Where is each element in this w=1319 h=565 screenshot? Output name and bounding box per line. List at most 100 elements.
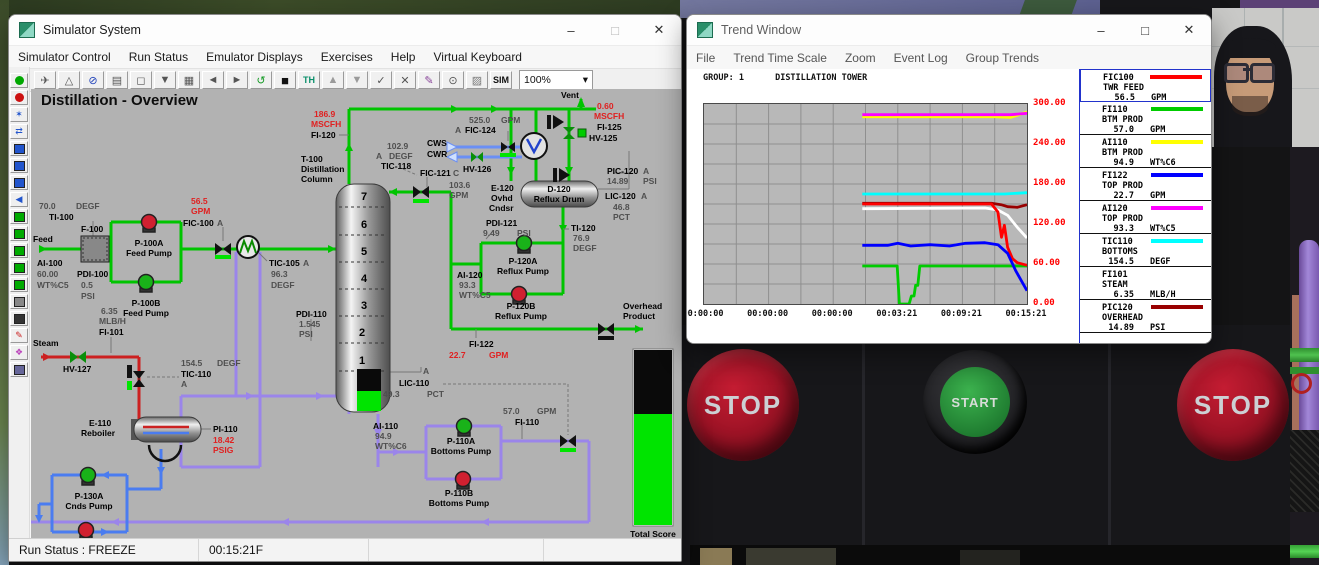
pen-text: AI110 (1102, 138, 1128, 148)
maximize-button[interactable]: □ (593, 15, 637, 45)
toolbar-button-✕[interactable]: ✕ (394, 71, 416, 89)
toolbar-button-✎[interactable]: ✎ (418, 71, 440, 89)
trend-menu-item-file[interactable]: File (687, 51, 724, 65)
rail-icon[interactable]: ◀ (10, 192, 28, 207)
rail-icon[interactable]: ✎ (10, 328, 28, 343)
menu-item-exercises[interactable]: Exercises (312, 50, 382, 64)
diagram-label: 9.49 (483, 229, 500, 238)
toolbar-button-↺[interactable]: ↺ (250, 71, 272, 89)
pen-text: DEGF (1150, 257, 1170, 267)
toolbar-button-▦[interactable]: ▦ (178, 71, 200, 89)
rail-icon[interactable] (10, 158, 28, 173)
trend-menu-item-group-trends[interactable]: Group Trends (957, 51, 1048, 65)
stop-button-left[interactable]: STOP (687, 349, 799, 461)
rail-icon[interactable] (10, 362, 28, 377)
diagram-label: GPM (489, 351, 508, 360)
trend-menu-item-zoom[interactable]: Zoom (836, 51, 885, 65)
diagram-label: 154.5 (181, 359, 202, 368)
rail-icon[interactable] (10, 260, 28, 275)
minimize-button[interactable]: – (549, 15, 593, 45)
diagram-label: 186.9 (314, 110, 335, 119)
start-button-bezel: START (923, 350, 1027, 454)
toolbar-button-▼[interactable]: ▼ (346, 71, 368, 89)
pen-cell-fi101[interactable]: FI101STEAM6.35MLB/H (1080, 267, 1211, 300)
diagram-label: Reboiler (81, 429, 115, 438)
menu-item-virtual-keyboard[interactable]: Virtual Keyboard (424, 50, 531, 64)
x-tick-label: 00:00:00 (747, 309, 788, 319)
pen-cell-fi122[interactable]: FI122TOP PROD22.7GPM (1080, 168, 1211, 201)
pen-cell-ai110[interactable]: AI110BTM PROD94.9WT%C6 (1080, 135, 1211, 168)
start-button[interactable]: START (940, 367, 1010, 437)
toolbar-button-◄[interactable]: ◄ (202, 71, 224, 89)
pen-text: WT%C5 (1150, 224, 1176, 234)
pen-cell-tic110[interactable]: TIC110BOTTOMS154.5DEGF (1080, 234, 1211, 267)
diagram-label: 103.6 (449, 181, 470, 190)
zoom-dropdown[interactable]: 100% ▾ (519, 70, 593, 90)
rail-icon[interactable] (10, 90, 28, 105)
rail-icon[interactable] (10, 311, 28, 326)
pen-cell-pic120[interactable]: PIC120OVERHEAD14.89PSI (1080, 300, 1211, 333)
pen-text: TOP PROD (1102, 181, 1143, 191)
toolbar-button-sim[interactable]: SIM (490, 71, 512, 89)
minimize-button[interactable]: – (1079, 15, 1123, 45)
toolbar-button-▨[interactable]: ▨ (466, 71, 488, 89)
diagram-label: 49.3 (383, 390, 400, 399)
toolbar-button-✈[interactable]: ✈ (34, 71, 56, 89)
diagram-label: AI-100 (37, 259, 63, 268)
rail-icon[interactable] (10, 73, 28, 88)
rail-icon[interactable]: ❖ (10, 345, 28, 360)
rail-icon[interactable] (10, 243, 28, 258)
diagram-label: P-120A (509, 257, 538, 266)
maximize-button[interactable]: □ (1123, 15, 1167, 45)
close-button[interactable]: ✕ (1167, 15, 1211, 45)
sim-status-bar: Run Status : FREEZE 00:15:21F (9, 538, 681, 561)
rail-icon[interactable]: ⇄ (10, 124, 28, 139)
toolbar-button-✓[interactable]: ✓ (370, 71, 392, 89)
rail-icon[interactable] (10, 141, 28, 156)
y-tick-label: 60.00 (1033, 258, 1060, 268)
toolbar-button-⊙[interactable]: ⊙ (442, 71, 464, 89)
panel-icon (14, 212, 25, 222)
y-tick-label: 0.00 (1033, 298, 1055, 308)
pen-cell-fic100[interactable]: FIC100TWR FEED56.5GPM (1080, 69, 1211, 102)
toolbar-button-◻[interactable]: ◻ (130, 71, 152, 89)
toolbar-button-△[interactable]: △ (58, 71, 80, 89)
indicator-dot-icon (15, 93, 24, 102)
toolbar-button-►[interactable]: ► (226, 71, 248, 89)
trend-menu-item-trend-time-scale[interactable]: Trend Time Scale (724, 51, 836, 65)
toolbar-button-▼[interactable]: ▼ (154, 71, 176, 89)
pen-text: TWR FEED (1103, 83, 1144, 93)
menu-item-emulator-displays[interactable]: Emulator Displays (197, 50, 312, 64)
menu-item-help[interactable]: Help (382, 50, 425, 64)
stop-button-right[interactable]: STOP (1177, 349, 1289, 461)
diagram-label: F-100 (81, 225, 103, 234)
trend-menu-item-event-log[interactable]: Event Log (885, 51, 957, 65)
diagram-label: P-130A (75, 492, 104, 501)
purple-vessel (1299, 240, 1319, 450)
toolbar-button-▲[interactable]: ▲ (322, 71, 344, 89)
diagram-label: TI-120 (571, 224, 596, 233)
trend-window: Trend Window – □ ✕ FileTrend Time ScaleZ… (686, 14, 1212, 344)
toolbar-button-⊘[interactable]: ⊘ (82, 71, 104, 89)
toolbar-button-▤[interactable]: ▤ (106, 71, 128, 89)
glasses-left-lens (1224, 63, 1249, 83)
pen-cell-fi110[interactable]: FI110BTM PROD57.0GPM (1080, 102, 1211, 135)
rail-icon[interactable]: ✶ (10, 107, 28, 122)
rail-icon[interactable] (10, 226, 28, 241)
menu-item-run-status[interactable]: Run Status (120, 50, 197, 64)
y-tick-label: 300.00 (1033, 98, 1066, 108)
toolbar-button-th[interactable]: TH (298, 71, 320, 89)
rail-icon[interactable] (10, 175, 28, 190)
close-button[interactable]: ✕ (637, 15, 681, 45)
toolbar-button-■[interactable]: ■ (274, 71, 296, 89)
rail-icon[interactable] (10, 294, 28, 309)
trend-titlebar[interactable]: Trend Window – □ ✕ (687, 15, 1211, 46)
menu-item-simulator-control[interactable]: Simulator Control (9, 50, 120, 64)
diagram-label: P-110B (445, 489, 473, 498)
rail-icon[interactable] (10, 209, 28, 224)
diagram-label: CWS (427, 139, 447, 148)
pen-cell-ai120[interactable]: AI120TOP PROD93.3WT%C5 (1080, 201, 1211, 234)
rail-icon[interactable] (10, 277, 28, 292)
sim-titlebar[interactable]: Simulator System – □ ✕ (9, 15, 681, 46)
diagram-label: A (455, 126, 461, 135)
